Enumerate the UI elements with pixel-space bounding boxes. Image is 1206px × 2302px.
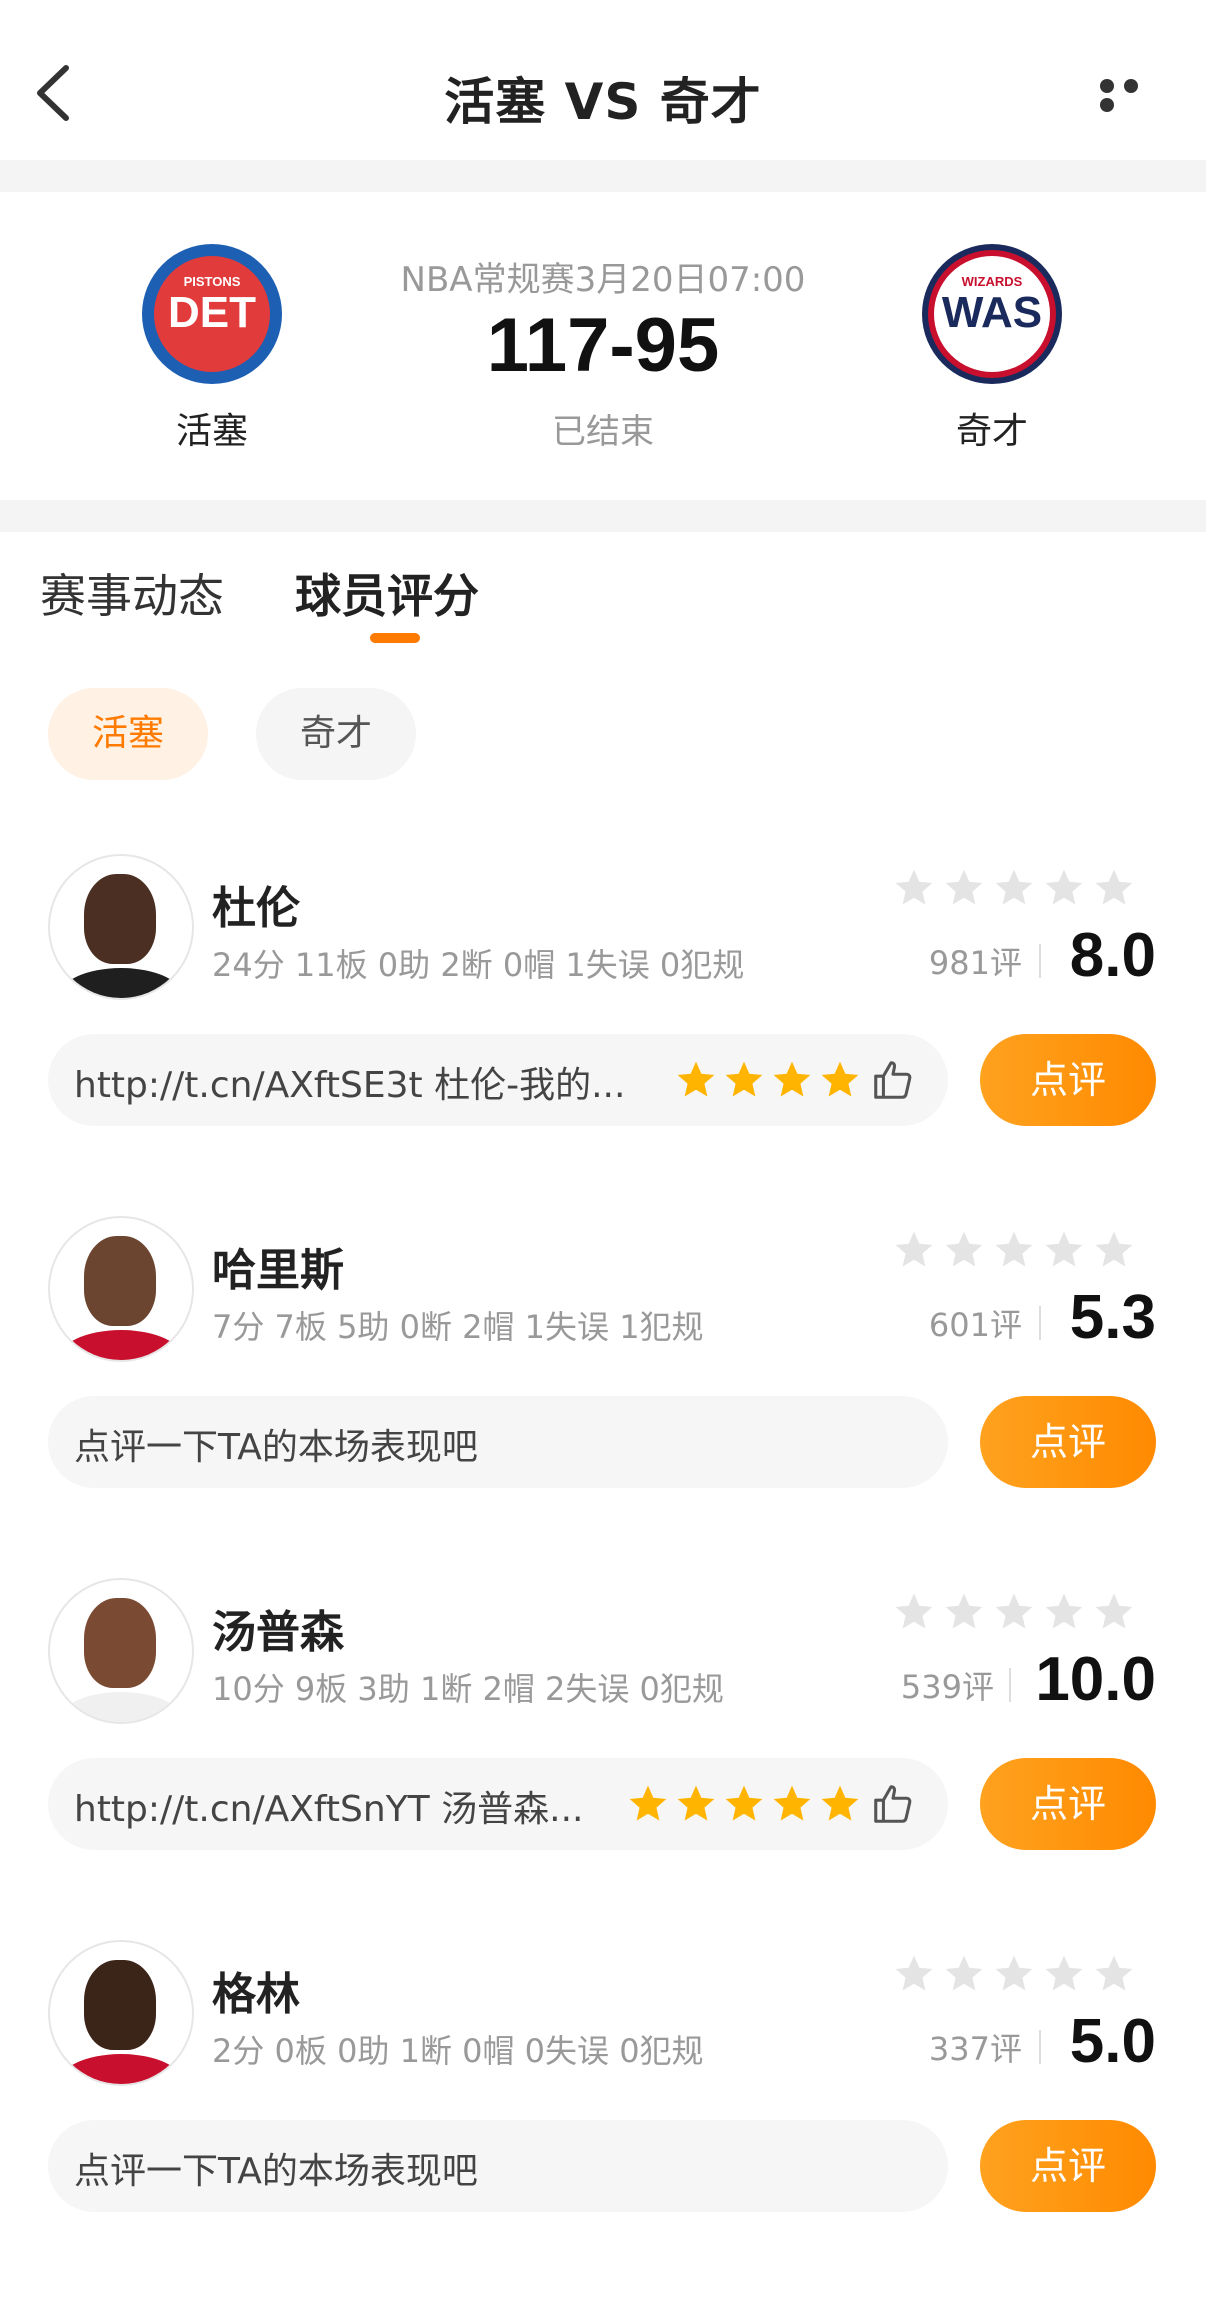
rating-star-icon[interactable]	[892, 1590, 936, 1634]
rating-star-icon[interactable]	[942, 866, 986, 910]
comment-box[interactable]: 点评一下TA的本场表现吧	[48, 2120, 948, 2212]
player-name[interactable]: 杜伦	[212, 872, 300, 936]
rating-star-icon[interactable]	[1092, 1952, 1136, 1996]
thumbs-up-icon[interactable]	[870, 1781, 916, 1827]
rating-star-icon[interactable]	[892, 1228, 936, 1272]
divider	[1039, 944, 1041, 978]
comment-star-icon	[773, 1785, 811, 1821]
player-name[interactable]: 哈里斯	[212, 1234, 344, 1298]
rating-star-icon[interactable]	[892, 866, 936, 910]
filter-home-team[interactable]: 活塞	[48, 688, 208, 780]
away-team-abbr: WAS	[941, 288, 1043, 337]
rating-star-icon[interactable]	[1042, 1952, 1086, 1996]
rating-star-icon[interactable]	[992, 1228, 1036, 1272]
comment-box[interactable]: 点评一下TA的本场表现吧	[48, 1396, 948, 1488]
comment-star-icon	[821, 1061, 859, 1097]
rating-star-icon[interactable]	[942, 1952, 986, 1996]
comment-box[interactable]: http://t.cn/AXftSE3t 杜伦-我的...	[48, 1034, 948, 1126]
player-avatar[interactable]	[48, 1578, 194, 1724]
rating-star-icon[interactable]	[1042, 1590, 1086, 1634]
comment-star-icon	[629, 1785, 667, 1821]
away-team-logo[interactable]: WIZARDS WAS	[922, 244, 1062, 384]
rating-star-icon[interactable]	[892, 1952, 936, 1996]
player-row: 格林 2分 0板 0助 1断 0帽 0失误 0犯规 337评 5.0 点评一下T…	[0, 1940, 1206, 2302]
player-stats: 10分 9板 3助 1断 2帽 2失误 0犯规	[212, 1670, 724, 1708]
more-options-icon[interactable]	[1100, 78, 1166, 112]
comment-text: http://t.cn/AXftSnYT 汤普森...	[74, 1789, 584, 1830]
comment-rating	[674, 1054, 920, 1106]
comment-star-icon	[725, 1061, 763, 1097]
rating-star-icon[interactable]	[1042, 866, 1086, 910]
rating-star-icon[interactable]	[992, 866, 1036, 910]
comment-text: 点评一下TA的本场表现吧	[74, 2151, 478, 2192]
rating-count: 981评	[928, 944, 1022, 982]
player-score: 5.0	[1069, 2007, 1156, 2076]
tab-player-ratings[interactable]: 球员评分	[295, 560, 479, 626]
divider	[1039, 1306, 1041, 1340]
rating-count: 337评	[928, 2030, 1022, 2068]
tab-match-feed[interactable]: 赛事动态	[40, 560, 224, 626]
rating-count: 539评	[900, 1668, 994, 1706]
player-row: 哈里斯 7分 7板 5助 0断 2帽 1失误 1犯规 601评 5.3 点评一下…	[0, 1216, 1206, 1578]
rate-button[interactable]: 点评	[980, 1034, 1156, 1126]
player-stats: 2分 0板 0助 1断 0帽 0失误 0犯规	[212, 2032, 704, 2070]
filter-away-team[interactable]: 奇才	[256, 688, 416, 780]
rate-button[interactable]: 点评	[980, 1758, 1156, 1850]
comment-star-icon	[773, 1061, 811, 1097]
active-tab-indicator	[370, 633, 420, 643]
divider	[0, 160, 1206, 192]
star-rating-input[interactable]	[886, 1952, 1156, 1996]
star-rating-input[interactable]	[886, 1590, 1156, 1634]
star-rating-input[interactable]	[886, 866, 1156, 910]
player-stats: 24分 11板 0助 2断 0帽 1失误 0犯规	[212, 946, 745, 984]
divider	[1009, 1668, 1011, 1702]
rating-star-icon[interactable]	[992, 1590, 1036, 1634]
page-title: 活塞 VS 奇才	[444, 73, 762, 131]
rating-star-icon[interactable]	[942, 1228, 986, 1272]
player-row: 汤普森 10分 9板 3助 1断 2帽 2失误 0犯规 539评 10.0 ht…	[0, 1578, 1206, 1940]
player-avatar[interactable]	[48, 1216, 194, 1362]
comment-star-icon	[677, 1785, 715, 1821]
player-score: 8.0	[1069, 921, 1156, 990]
comment-text: http://t.cn/AXftSE3t 杜伦-我的...	[74, 1065, 626, 1106]
rate-button[interactable]: 点评	[980, 2120, 1156, 2212]
player-avatar[interactable]	[48, 1940, 194, 2086]
rate-button[interactable]: 点评	[980, 1396, 1156, 1488]
comment-star-icon	[725, 1785, 763, 1821]
rating-star-icon[interactable]	[992, 1952, 1036, 1996]
rating-star-icon[interactable]	[1092, 1228, 1136, 1272]
player-score: 5.3	[1069, 1283, 1156, 1352]
divider	[0, 500, 1206, 532]
rating-star-icon[interactable]	[1092, 866, 1136, 910]
player-name[interactable]: 格林	[212, 1958, 300, 2022]
star-rating-input[interactable]	[886, 1228, 1156, 1272]
rating-star-icon[interactable]	[1042, 1228, 1086, 1272]
rating-star-icon[interactable]	[1092, 1590, 1136, 1634]
away-team-logo-sub: WIZARDS	[961, 274, 1023, 289]
away-team-name[interactable]: 奇才	[892, 402, 1092, 454]
comment-rating	[626, 1778, 920, 1830]
comment-star-icon	[677, 1061, 715, 1097]
rating-star-icon[interactable]	[942, 1590, 986, 1634]
thumbs-up-icon[interactable]	[870, 1057, 916, 1103]
comment-text: 点评一下TA的本场表现吧	[74, 1427, 478, 1468]
comment-box[interactable]: http://t.cn/AXftSnYT 汤普森...	[48, 1758, 948, 1850]
top-nav: 活塞 VS 奇才	[0, 0, 1206, 160]
player-score: 10.0	[1035, 1645, 1156, 1714]
scoreboard: PISTONS DET 活塞 NBA常规赛3月20日07:00 117-95 已…	[0, 192, 1206, 500]
player-avatar[interactable]	[48, 854, 194, 1000]
rating-count: 601评	[928, 1306, 1022, 1344]
player-name[interactable]: 汤普森	[212, 1596, 344, 1660]
divider	[1039, 2030, 1041, 2064]
player-row: 杜伦 24分 11板 0助 2断 0帽 1失误 0犯规 981评 8.0 htt…	[0, 854, 1206, 1216]
comment-star-icon	[821, 1785, 859, 1821]
player-stats: 7分 7板 5助 0断 2帽 1失误 1犯规	[212, 1308, 704, 1346]
